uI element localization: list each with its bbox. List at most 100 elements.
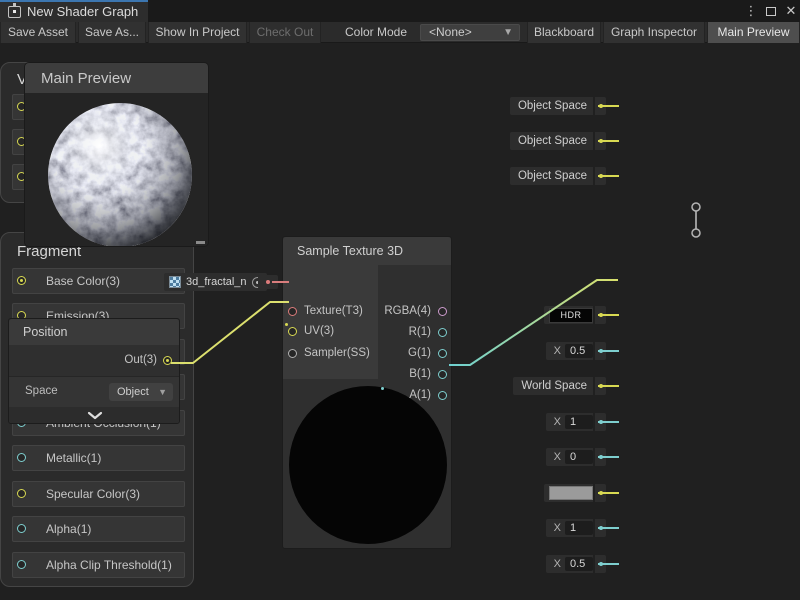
texture-object-field[interactable]: 3d_fractal_n <box>164 273 267 291</box>
texture-port[interactable] <box>288 307 297 316</box>
connector-dot <box>593 484 606 502</box>
tangent-space-dropdown[interactable]: Object Space <box>510 167 606 185</box>
alpha-input[interactable]: 1 <box>565 521 593 535</box>
show-in-project-button[interactable]: Show In Project <box>148 22 247 43</box>
menu-icon[interactable]: ⋮ <box>744 0 758 22</box>
out-port[interactable] <box>163 356 172 365</box>
color-mode-value: <None> <box>429 25 472 39</box>
sample-texture-3d-title[interactable]: Sample Texture 3D <box>283 237 451 265</box>
specular-color-port[interactable] <box>17 489 26 498</box>
window-controls: ⋮ ✕ <box>744 0 798 22</box>
shader-graph-icon <box>8 6 21 18</box>
sampler-input-row: Sampler(SS) <box>283 343 378 363</box>
tab-new-shader-graph[interactable]: New Shader Graph <box>0 0 148 22</box>
hdr-color-swatch[interactable]: HDR <box>549 308 593 323</box>
position-space-row: Space Object ▼ <box>9 377 179 407</box>
tab-bar: New Shader Graph ⋮ ✕ <box>0 0 800 22</box>
texture-input-row: Texture(T3) <box>283 301 378 321</box>
connector-dot <box>593 519 606 537</box>
normal-space-dropdown[interactable]: Object Space <box>510 132 606 150</box>
block-metallic[interactable]: Metallic(1) <box>12 445 185 471</box>
metallic-port[interactable] <box>17 453 26 462</box>
active-tab-accent <box>0 0 148 2</box>
connector-dot <box>593 167 606 185</box>
uv-input-row: UV(3) <box>283 321 378 341</box>
metallic-input[interactable]: 0 <box>565 450 593 464</box>
emission-color-field[interactable]: HDR <box>544 306 606 324</box>
sample-texture-3d-node[interactable]: Sample Texture 3D Texture(T3) UV(3) Samp… <box>282 236 452 549</box>
main-preview-titlebar[interactable]: Main Preview <box>25 63 208 93</box>
preview-resize-handle[interactable] <box>196 241 205 244</box>
position-space-dropdown[interactable]: Object Space <box>510 97 606 115</box>
graph-inspector-button[interactable]: Graph Inspector <box>603 22 705 43</box>
block-alpha-clip-threshold[interactable]: Alpha Clip Threshold(1) <box>12 552 185 578</box>
block-alpha[interactable]: Alpha(1) <box>12 516 185 542</box>
tab-title: New Shader Graph <box>27 4 138 19</box>
context-link-bottom <box>692 229 700 237</box>
sampler-port[interactable] <box>288 349 297 358</box>
connector-dot <box>593 555 606 573</box>
connector-dot <box>593 97 606 115</box>
texture-thumbnail-icon <box>169 276 181 288</box>
blackboard-button[interactable]: Blackboard <box>527 22 601 43</box>
connector-dot <box>593 306 606 324</box>
a-output-row: A(1) <box>379 385 451 405</box>
position-node[interactable]: Position Out(3) Space Object ▼ <box>8 318 180 424</box>
texture-name: 3d_fractal_n <box>186 276 247 288</box>
b-output-row: B(1) <box>379 364 451 384</box>
toolbar: Save Asset Save As... Show In Project Ch… <box>0 22 800 43</box>
position-node-title[interactable]: Position <box>9 319 179 345</box>
texture-connector-dot <box>258 275 278 289</box>
normal-ws-space-dropdown[interactable]: World Space <box>513 377 606 395</box>
rgba-port[interactable] <box>438 307 447 316</box>
alpha-clip-threshold-input[interactable]: 0.5 <box>565 557 593 571</box>
g-port[interactable] <box>438 349 447 358</box>
chevron-down-icon: ▼ <box>503 25 513 40</box>
alpha-value-field[interactable]: X 1 <box>546 519 606 537</box>
color-mode-dropdown[interactable]: <None> ▼ <box>420 24 520 41</box>
main-preview-title: Main Preview <box>41 70 131 87</box>
connector-dot <box>593 413 606 431</box>
chevron-down-icon <box>87 411 103 420</box>
g-output-row: G(1) <box>379 343 451 363</box>
r-output-row: R(1) <box>379 322 451 342</box>
connector-dot <box>593 342 606 360</box>
preview-sphere <box>25 93 208 246</box>
maximize-icon[interactable] <box>766 7 776 16</box>
sample-texture-3d-body: Texture(T3) UV(3) Sampler(SS) RGBA(4) R(… <box>283 265 451 379</box>
ambient-occlusion-input[interactable]: 1 <box>565 415 593 429</box>
base-color-port[interactable] <box>17 276 26 285</box>
b-port[interactable] <box>438 370 447 379</box>
alpha-clip-threshold-value-field[interactable]: X 0.5 <box>546 555 606 573</box>
space-dropdown[interactable]: Object ▼ <box>109 383 173 401</box>
r-port[interactable] <box>438 328 447 337</box>
main-preview-button[interactable]: Main Preview <box>707 22 800 43</box>
smoothness-value-field[interactable]: X 0.5 <box>546 342 606 360</box>
connector-dot <box>593 132 606 150</box>
shader-graph-window: New Shader Graph ⋮ ✕ Save Asset Save As.… <box>0 0 800 600</box>
block-base-color[interactable]: Base Color(3) <box>12 268 185 294</box>
save-as-button[interactable]: Save As... <box>78 22 146 43</box>
save-asset-button[interactable]: Save Asset <box>0 22 76 43</box>
uv-port[interactable] <box>288 327 297 336</box>
alpha-port[interactable] <box>17 524 26 533</box>
alpha-clip-threshold-port[interactable] <box>17 560 26 569</box>
main-preview-window[interactable]: Main Preview <box>24 62 209 247</box>
specular-color-swatch[interactable] <box>549 486 593 500</box>
connector-dot <box>593 377 606 395</box>
metallic-value-field[interactable]: X 0 <box>546 448 606 466</box>
block-specular-color[interactable]: Specular Color(3) <box>12 481 185 507</box>
graph-canvas[interactable]: Main Preview <box>0 43 800 600</box>
check-out-button: Check Out <box>249 22 321 43</box>
specular-color-field[interactable] <box>544 484 606 502</box>
connector-dot <box>593 448 606 466</box>
a-port[interactable] <box>438 391 447 400</box>
chevron-down-icon: ▼ <box>158 383 167 401</box>
smoothness-input[interactable]: 0.5 <box>565 344 593 358</box>
main-preview-viewport[interactable] <box>25 93 208 247</box>
ambient-occlusion-value-field[interactable]: X 1 <box>546 413 606 431</box>
expand-preview-toggle[interactable] <box>9 407 179 423</box>
close-icon[interactable]: ✕ <box>784 0 798 22</box>
context-link-top <box>692 203 700 211</box>
node-preview-sphere <box>289 386 447 544</box>
